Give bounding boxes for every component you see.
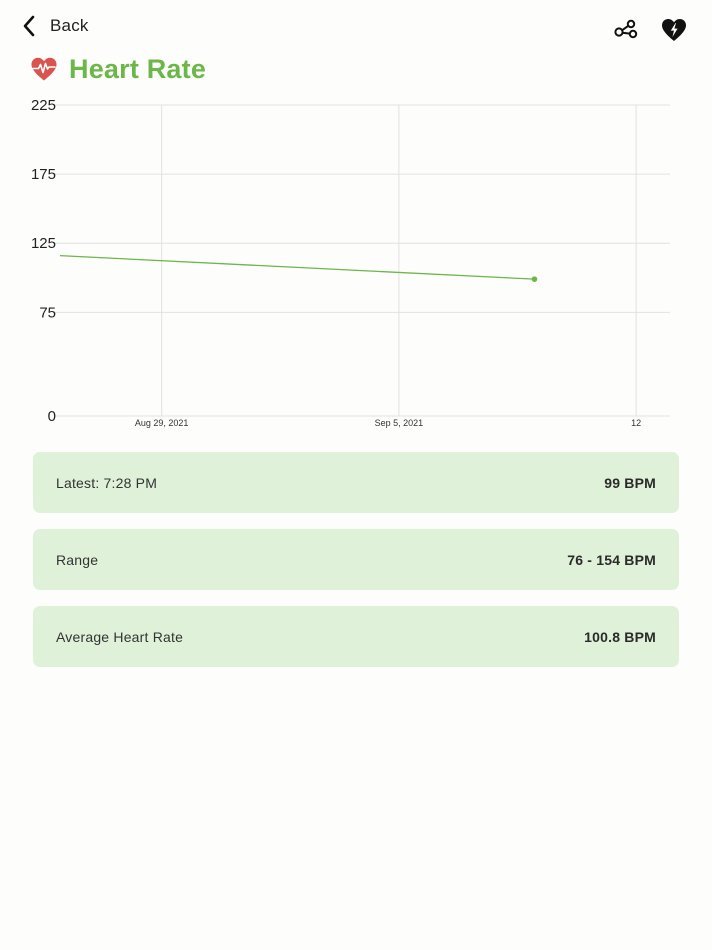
top-bar: Back [0,0,712,56]
data-point [531,276,538,282]
y-tick-label: 75 [39,304,56,321]
average-value: 100.8 BPM [584,628,656,645]
range-card[interactable]: Range 76 - 154 BPM [33,529,679,590]
latest-reading-card[interactable]: Latest: 7:28 PM 99 BPM [33,452,679,513]
page-header: Heart Rate [30,52,206,86]
y-tick-label: 175 [31,166,56,183]
average-label: Average Heart Rate [56,628,184,645]
y-tick-label: 125 [31,235,56,252]
heart-pulse-icon [31,57,57,81]
heart-bolt-button[interactable] [660,16,688,44]
series-line [59,255,535,280]
range-value: 76 - 154 BPM [567,551,656,568]
x-tick-label: Aug 29, 2021 [135,418,189,428]
y-tick-label: 0 [48,408,56,425]
average-card[interactable]: Average Heart Rate 100.8 BPM [33,606,679,667]
y-tick-label: 225 [31,97,56,114]
range-label: Range [56,551,99,568]
share-icon [614,19,638,39]
heart-bolt-icon [662,19,686,41]
share-button[interactable] [612,16,640,44]
chart-svg: 0 75 125 175 225 Aug 29, 2021 Sep 5, 2021 12 [31,97,670,428]
latest-value: 99 BPM [604,474,656,491]
back-button[interactable]: Back [22,14,89,38]
heart-rate-chart[interactable]: 0 75 125 175 225 Aug 29, 2021 Sep 5, 2021 12 [0,92,712,442]
chevron-left-icon [23,15,35,37]
back-label: Back [50,16,89,35]
page-title: Heart Rate [69,53,207,84]
x-tick-label: 12 [631,418,641,428]
x-tick-label: Sep 5, 2021 [375,418,424,428]
latest-label: Latest: 7:28 PM [56,474,158,491]
